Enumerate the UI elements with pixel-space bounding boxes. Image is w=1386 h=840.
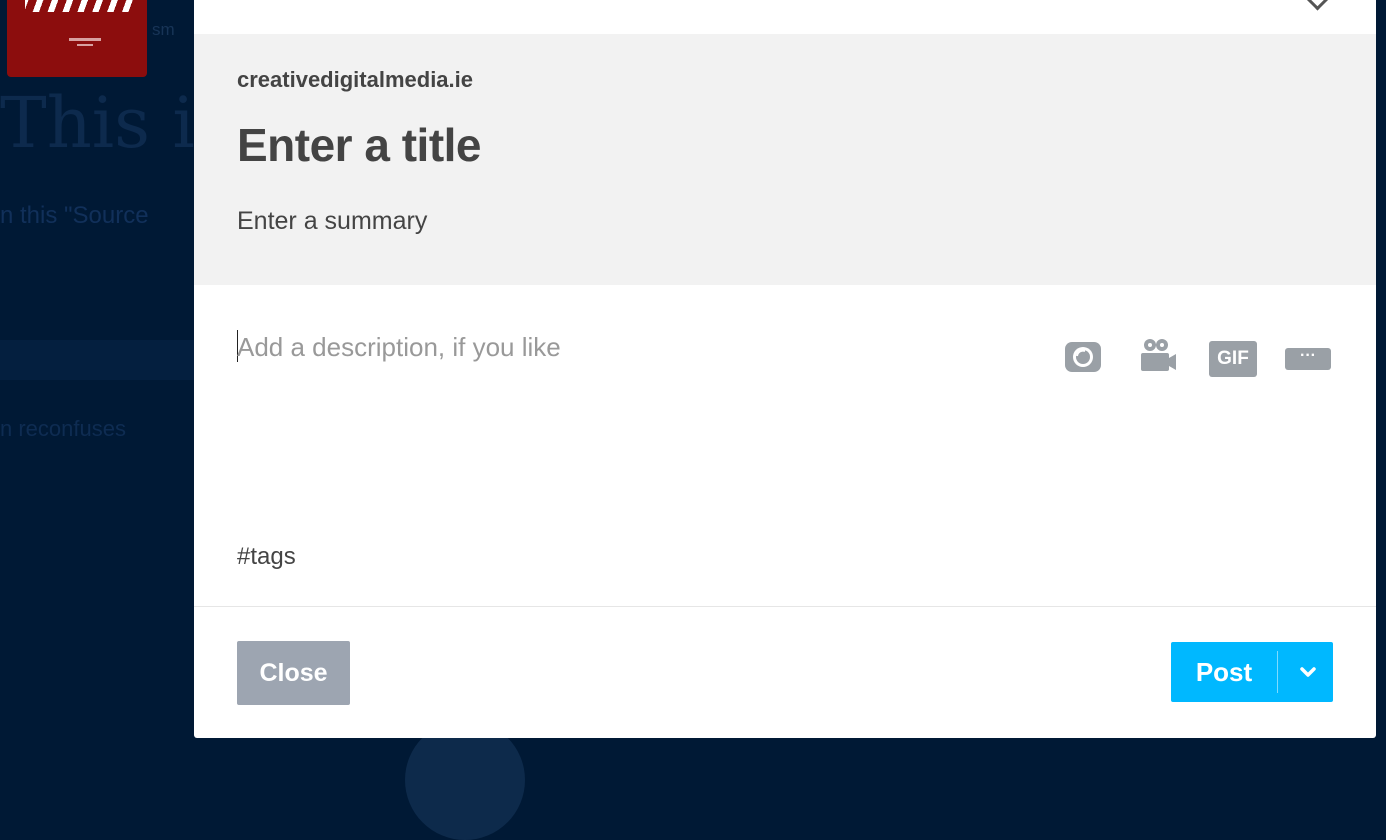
camera-icon[interactable]	[1063, 338, 1103, 374]
more-icon[interactable]: ···	[1285, 348, 1331, 370]
post-button-group: Post	[1171, 642, 1333, 702]
footer-divider	[194, 606, 1376, 607]
modal-header	[194, 0, 1376, 34]
tags-input[interactable]: #tags	[237, 543, 296, 571]
post-button-separator	[1277, 651, 1278, 693]
background-band	[0, 340, 194, 380]
post-button[interactable]: Post	[1171, 642, 1277, 702]
chevron-down-icon	[1300, 667, 1316, 677]
avatar-logo-text	[69, 38, 101, 41]
close-button[interactable]: Close	[237, 641, 350, 705]
link-summary-input[interactable]: Enter a summary	[237, 207, 427, 236]
background-line: n reconfuses	[0, 416, 126, 441]
gif-icon[interactable]: GIF	[1209, 341, 1257, 377]
background-subline: n this "Source	[0, 202, 149, 229]
link-post-modal: creativedigitalmedia.ie Enter a title En…	[194, 0, 1376, 738]
post-options-button[interactable]	[1284, 642, 1333, 702]
chevron-down-icon[interactable]	[1305, 0, 1330, 11]
blog-avatar	[7, 0, 147, 77]
avatar-logo-subtext	[77, 44, 93, 46]
background-small-text: sm	[152, 20, 175, 39]
description-input[interactable]: Add a description, if you like	[237, 332, 561, 363]
background-circle	[405, 720, 525, 840]
link-preview: creativedigitalmedia.ie Enter a title En…	[194, 34, 1376, 285]
link-domain: creativedigitalmedia.ie	[237, 67, 473, 92]
avatar-logo	[25, 0, 135, 12]
video-camera-icon[interactable]	[1138, 338, 1178, 374]
link-title-input[interactable]: Enter a title	[237, 118, 482, 172]
